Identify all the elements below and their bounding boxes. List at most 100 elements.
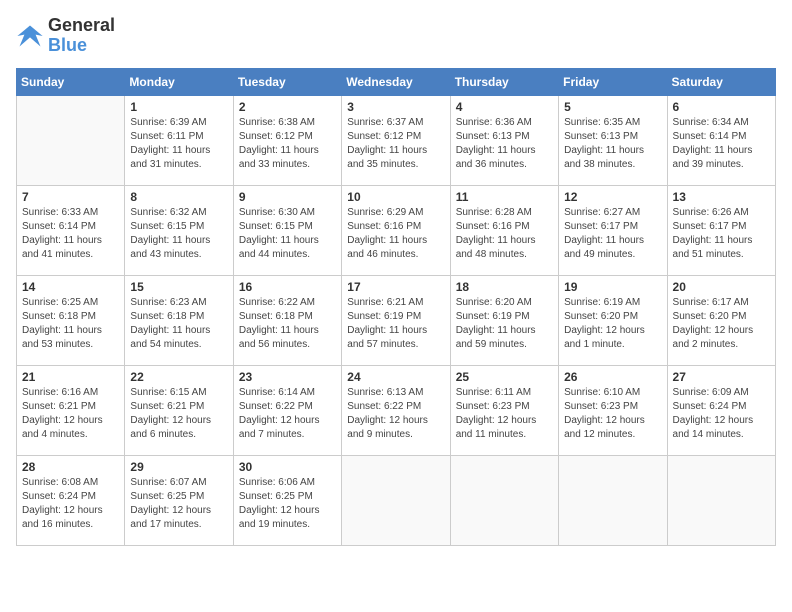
day-number: 26 bbox=[564, 370, 661, 384]
day-info: Sunrise: 6:37 AMSunset: 6:12 PMDaylight:… bbox=[347, 116, 444, 172]
day-info: Sunrise: 6:19 AMSunset: 6:20 PMDaylight:… bbox=[564, 296, 661, 352]
day-number: 14 bbox=[22, 280, 119, 294]
day-number: 19 bbox=[564, 280, 661, 294]
day-info: Sunrise: 6:33 AMSunset: 6:14 PMDaylight:… bbox=[22, 206, 119, 262]
day-cell: 11 Sunrise: 6:28 AMSunset: 6:16 PMDayligh… bbox=[450, 185, 558, 275]
week-row-3: 14 Sunrise: 6:25 AMSunset: 6:18 PMDayligh… bbox=[17, 275, 776, 365]
day-info: Sunrise: 6:06 AMSunset: 6:25 PMDaylight:… bbox=[239, 476, 336, 532]
day-number: 12 bbox=[564, 190, 661, 204]
day-info: Sunrise: 6:35 AMSunset: 6:13 PMDaylight:… bbox=[564, 116, 661, 172]
day-number: 29 bbox=[130, 460, 227, 474]
day-info: Sunrise: 6:29 AMSunset: 6:16 PMDaylight:… bbox=[347, 206, 444, 262]
day-info: Sunrise: 6:15 AMSunset: 6:21 PMDaylight:… bbox=[130, 386, 227, 442]
day-info: Sunrise: 6:39 AMSunset: 6:11 PMDaylight:… bbox=[130, 116, 227, 172]
day-info: Sunrise: 6:07 AMSunset: 6:25 PMDaylight:… bbox=[130, 476, 227, 532]
day-cell: 18 Sunrise: 6:20 AMSunset: 6:19 PMDayligh… bbox=[450, 275, 558, 365]
day-cell: 27 Sunrise: 6:09 AMSunset: 6:24 PMDayligh… bbox=[667, 365, 775, 455]
header: General Blue bbox=[16, 16, 776, 56]
day-info: Sunrise: 6:27 AMSunset: 6:17 PMDaylight:… bbox=[564, 206, 661, 262]
day-number: 18 bbox=[456, 280, 553, 294]
day-info: Sunrise: 6:26 AMSunset: 6:17 PMDaylight:… bbox=[673, 206, 770, 262]
day-number: 16 bbox=[239, 280, 336, 294]
day-cell: 30 Sunrise: 6:06 AMSunset: 6:25 PMDayligh… bbox=[233, 455, 341, 545]
day-cell: 14 Sunrise: 6:25 AMSunset: 6:18 PMDayligh… bbox=[17, 275, 125, 365]
logo-icon bbox=[16, 22, 44, 50]
day-number: 4 bbox=[456, 100, 553, 114]
day-cell: 3 Sunrise: 6:37 AMSunset: 6:12 PMDaylight… bbox=[342, 95, 450, 185]
day-cell: 4 Sunrise: 6:36 AMSunset: 6:13 PMDaylight… bbox=[450, 95, 558, 185]
calendar-table: SundayMondayTuesdayWednesdayThursdayFrid… bbox=[16, 68, 776, 546]
day-cell: 10Sunrise: 6:29 AMSunset: 6:16 PMDayligh… bbox=[342, 185, 450, 275]
day-number: 9 bbox=[239, 190, 336, 204]
day-info: Sunrise: 6:21 AMSunset: 6:19 PMDaylight:… bbox=[347, 296, 444, 352]
day-number: 28 bbox=[22, 460, 119, 474]
day-number: 13 bbox=[673, 190, 770, 204]
day-cell: 8 Sunrise: 6:32 AMSunset: 6:15 PMDaylight… bbox=[125, 185, 233, 275]
day-number: 22 bbox=[130, 370, 227, 384]
day-info: Sunrise: 6:17 AMSunset: 6:20 PMDaylight:… bbox=[673, 296, 770, 352]
column-header-sunday: Sunday bbox=[17, 68, 125, 95]
day-cell: 19 Sunrise: 6:19 AMSunset: 6:20 PMDayligh… bbox=[559, 275, 667, 365]
day-number: 7 bbox=[22, 190, 119, 204]
day-info: Sunrise: 6:25 AMSunset: 6:18 PMDaylight:… bbox=[22, 296, 119, 352]
day-info: Sunrise: 6:13 AMSunset: 6:22 PMDaylight:… bbox=[347, 386, 444, 442]
day-cell: 17 Sunrise: 6:21 AMSunset: 6:19 PMDayligh… bbox=[342, 275, 450, 365]
day-number: 30 bbox=[239, 460, 336, 474]
day-number: 6 bbox=[673, 100, 770, 114]
day-number: 23 bbox=[239, 370, 336, 384]
day-number: 25 bbox=[456, 370, 553, 384]
day-number: 1 bbox=[130, 100, 227, 114]
day-info: Sunrise: 6:36 AMSunset: 6:13 PMDaylight:… bbox=[456, 116, 553, 172]
column-header-tuesday: Tuesday bbox=[233, 68, 341, 95]
day-cell: 6 Sunrise: 6:34 AMSunset: 6:14 PMDaylight… bbox=[667, 95, 775, 185]
column-header-thursday: Thursday bbox=[450, 68, 558, 95]
day-cell: 23 Sunrise: 6:14 AMSunset: 6:22 PMDayligh… bbox=[233, 365, 341, 455]
day-cell: 2 Sunrise: 6:38 AMSunset: 6:12 PMDaylight… bbox=[233, 95, 341, 185]
day-number: 8 bbox=[130, 190, 227, 204]
day-info: Sunrise: 6:34 AMSunset: 6:14 PMDaylight:… bbox=[673, 116, 770, 172]
day-cell: 13 Sunrise: 6:26 AMSunset: 6:17 PMDayligh… bbox=[667, 185, 775, 275]
day-info: Sunrise: 6:28 AMSunset: 6:16 PMDaylight:… bbox=[456, 206, 553, 262]
day-cell: 20 Sunrise: 6:17 AMSunset: 6:20 PMDayligh… bbox=[667, 275, 775, 365]
day-info: Sunrise: 6:08 AMSunset: 6:24 PMDaylight:… bbox=[22, 476, 119, 532]
day-number: 5 bbox=[564, 100, 661, 114]
day-cell: 9Sunrise: 6:30 AMSunset: 6:15 PMDaylight… bbox=[233, 185, 341, 275]
day-number: 11 bbox=[456, 190, 553, 204]
day-cell: 26 Sunrise: 6:10 AMSunset: 6:23 PMDayligh… bbox=[559, 365, 667, 455]
column-header-saturday: Saturday bbox=[667, 68, 775, 95]
day-cell bbox=[342, 455, 450, 545]
day-number: 15 bbox=[130, 280, 227, 294]
day-cell: 25 Sunrise: 6:11 AMSunset: 6:23 PMDayligh… bbox=[450, 365, 558, 455]
column-header-wednesday: Wednesday bbox=[342, 68, 450, 95]
day-number: 20 bbox=[673, 280, 770, 294]
day-cell: 16Sunrise: 6:22 AMSunset: 6:18 PMDayligh… bbox=[233, 275, 341, 365]
column-header-monday: Monday bbox=[125, 68, 233, 95]
day-cell: 24Sunrise: 6:13 AMSunset: 6:22 PMDayligh… bbox=[342, 365, 450, 455]
day-info: Sunrise: 6:09 AMSunset: 6:24 PMDaylight:… bbox=[673, 386, 770, 442]
day-cell bbox=[559, 455, 667, 545]
day-number: 21 bbox=[22, 370, 119, 384]
day-info: Sunrise: 6:32 AMSunset: 6:15 PMDaylight:… bbox=[130, 206, 227, 262]
day-info: Sunrise: 6:23 AMSunset: 6:18 PMDaylight:… bbox=[130, 296, 227, 352]
week-row-2: 7 Sunrise: 6:33 AMSunset: 6:14 PMDaylight… bbox=[17, 185, 776, 275]
day-cell bbox=[667, 455, 775, 545]
day-info: Sunrise: 6:20 AMSunset: 6:19 PMDaylight:… bbox=[456, 296, 553, 352]
day-number: 27 bbox=[673, 370, 770, 384]
week-row-5: 28 Sunrise: 6:08 AMSunset: 6:24 PMDayligh… bbox=[17, 455, 776, 545]
day-cell: 1 Sunrise: 6:39 AMSunset: 6:11 PMDaylight… bbox=[125, 95, 233, 185]
day-cell: 21Sunrise: 6:16 AMSunset: 6:21 PMDayligh… bbox=[17, 365, 125, 455]
column-header-friday: Friday bbox=[559, 68, 667, 95]
day-info: Sunrise: 6:10 AMSunset: 6:23 PMDaylight:… bbox=[564, 386, 661, 442]
logo-text: General Blue bbox=[48, 16, 115, 56]
day-number: 17 bbox=[347, 280, 444, 294]
day-cell: 7 Sunrise: 6:33 AMSunset: 6:14 PMDaylight… bbox=[17, 185, 125, 275]
day-info: Sunrise: 6:38 AMSunset: 6:12 PMDaylight:… bbox=[239, 116, 336, 172]
day-cell: 22 Sunrise: 6:15 AMSunset: 6:21 PMDayligh… bbox=[125, 365, 233, 455]
day-number: 2 bbox=[239, 100, 336, 114]
day-info: Sunrise: 6:11 AMSunset: 6:23 PMDaylight:… bbox=[456, 386, 553, 442]
day-info: Sunrise: 6:14 AMSunset: 6:22 PMDaylight:… bbox=[239, 386, 336, 442]
day-cell: 12 Sunrise: 6:27 AMSunset: 6:17 PMDayligh… bbox=[559, 185, 667, 275]
week-row-4: 21Sunrise: 6:16 AMSunset: 6:21 PMDayligh… bbox=[17, 365, 776, 455]
day-cell bbox=[17, 95, 125, 185]
day-number: 3 bbox=[347, 100, 444, 114]
